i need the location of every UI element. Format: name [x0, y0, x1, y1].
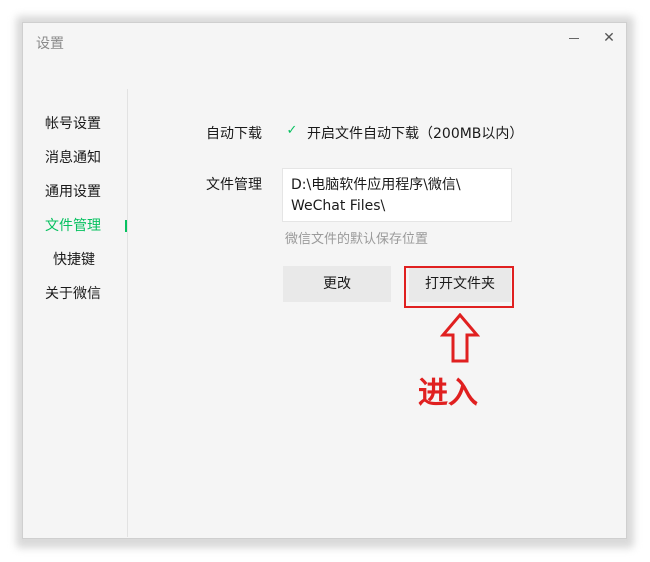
file-path-field: D:\电脑软件应用程序\微信\ WeChat Files\ — [282, 168, 512, 222]
annotation-text: 进入 — [418, 376, 478, 411]
change-button[interactable]: 更改 — [283, 266, 391, 302]
sidebar-divider — [127, 89, 128, 537]
active-indicator — [125, 220, 127, 232]
sidebar-item-notifications[interactable]: 消息通知 — [23, 145, 127, 171]
highlight-box — [404, 266, 514, 308]
sidebar-item-general[interactable]: 通用设置 — [23, 179, 127, 205]
window-title: 设置 — [36, 36, 64, 52]
file-path-line-1: D:\电脑软件应用程序\微信\ — [291, 177, 461, 193]
settings-window: 设置 ✕ 帐号设置 消息通知 通用设置 文件管理 快捷键 关于微信 自动下载 ✓… — [22, 22, 627, 539]
auto-download-label: 自动下载 — [206, 126, 262, 142]
sidebar-item-label: 帐号设置 — [45, 116, 101, 132]
sidebar-item-label: 消息通知 — [45, 150, 101, 166]
sidebar-item-label: 文件管理 — [45, 218, 101, 234]
minimize-icon — [569, 38, 579, 39]
sidebar-item-shortcuts[interactable]: 快捷键 — [23, 247, 127, 273]
file-management-label: 文件管理 — [206, 177, 262, 193]
up-arrow-icon — [440, 313, 480, 363]
sidebar-item-label: 关于微信 — [45, 286, 101, 302]
sidebar-item-label: 通用设置 — [45, 184, 101, 200]
auto-download-checkbox[interactable]: ✓ — [285, 124, 299, 138]
sidebar-item-label: 快捷键 — [53, 252, 95, 268]
auto-download-checkbox-label[interactable]: 开启文件自动下载（200MB以内） — [307, 123, 523, 143]
sidebar-item-account[interactable]: 帐号设置 — [23, 111, 127, 137]
close-button[interactable]: ✕ — [598, 27, 620, 49]
minimize-button[interactable] — [563, 27, 585, 49]
file-path-line-2: WeChat Files\ — [291, 198, 386, 214]
sidebar-item-file-management[interactable]: 文件管理 — [23, 213, 127, 239]
file-path-hint: 微信文件的默认保存位置 — [285, 232, 429, 247]
checkmark-icon: ✓ — [286, 123, 298, 138]
sidebar-item-about[interactable]: 关于微信 — [23, 281, 127, 307]
close-icon: ✕ — [603, 30, 615, 46]
